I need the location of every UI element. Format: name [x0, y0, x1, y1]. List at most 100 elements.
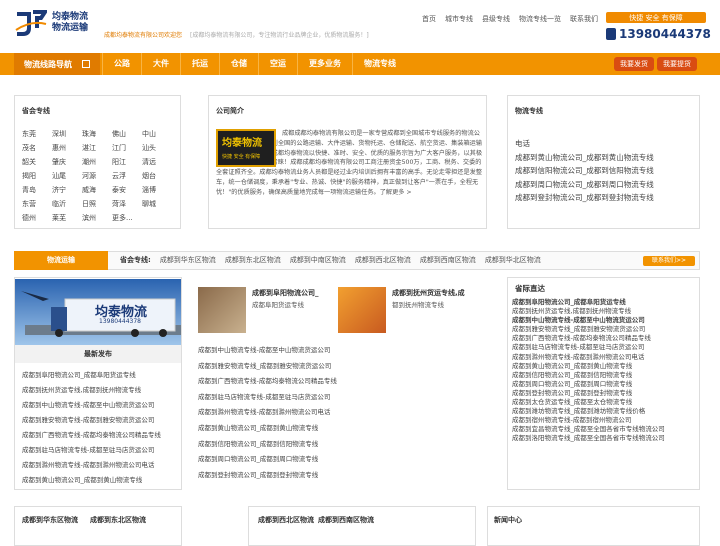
- city-link[interactable]: 淄博: [142, 185, 172, 195]
- city-link[interactable]: 湛江: [82, 143, 112, 153]
- city-link[interactable]: 佛山: [112, 129, 142, 139]
- list-item[interactable]: 成都到雅安物流专线_成都到雅安物流货运公司: [198, 359, 498, 375]
- city-link[interactable]: 深圳: [52, 129, 82, 139]
- list-item[interactable]: 成都到广西物流专线-成都均泰物流公司精品专线: [198, 374, 498, 390]
- city-link[interactable]: 滨州: [82, 213, 112, 223]
- city-link[interactable]: 烟台: [142, 171, 172, 181]
- topnav-city-lines[interactable]: 城市专线: [445, 14, 473, 24]
- list-item[interactable]: 成都到信阳物流公司_成都到信阳物流专线: [198, 437, 498, 453]
- company-logo-mark[interactable]: [15, 10, 49, 36]
- city-link[interactable]: 济宁: [52, 185, 82, 195]
- list-item[interactable]: 成都到潍坊物流专线_成都到潍坊物流专线价格: [512, 407, 702, 416]
- region-link-northeast[interactable]: 成都到东北区物流: [225, 251, 281, 270]
- list-item[interactable]: 成都到中山物流专线-成都至中山物流货运公司: [198, 343, 498, 359]
- region-link-east[interactable]: 成都到华东区物流: [160, 251, 216, 270]
- list-item[interactable]: 成都到登封物流公司_成都到登封物流专线: [198, 468, 498, 484]
- city-link[interactable]: 汕头: [142, 143, 172, 153]
- list-item[interactable]: 成都到信阳物流公司_成都到信阳物流专线: [515, 164, 700, 178]
- city-link[interactable]: 东营: [22, 199, 52, 209]
- list-item[interactable]: 成都到驻马店物流专线-成都至驻马店货运公司: [198, 390, 498, 406]
- list-item[interactable]: 成都到登封物流公司_成都到登封物流专线: [512, 389, 702, 398]
- list-item[interactable]: 成都到黄山物流公司_成都到黄山物流专线: [198, 421, 498, 437]
- nav-item-storage[interactable]: 仓储: [219, 53, 258, 75]
- card-1-title[interactable]: 成都到阜阳物流公司_: [252, 288, 319, 298]
- list-item[interactable]: 成都到阜阳物流公司_成都阜阳货运专线: [22, 368, 182, 383]
- city-link[interactable]: 更多...: [112, 213, 142, 223]
- ship-button[interactable]: 我要发货: [614, 57, 654, 71]
- topnav-contact[interactable]: 联系我们: [570, 14, 598, 24]
- list-item[interactable]: 成都到太仓货运专线_成都至太仓物流专线: [512, 398, 702, 407]
- city-link[interactable]: 威海: [82, 185, 112, 195]
- list-item[interactable]: 成都到黄山物流公司_成都到黄山物流专线: [22, 473, 182, 488]
- list-item[interactable]: 成都到滁州物流专线-成都到滁州物流公司电话: [512, 353, 702, 362]
- list-item[interactable]: 成都到中山物流专线-成都至中山物流货运公司: [22, 398, 182, 413]
- company-logo-text[interactable]: 均泰物流 物流运输: [52, 12, 88, 34]
- topnav-home[interactable]: 首页: [422, 14, 436, 24]
- list-item[interactable]: 成都到宿州物流专线-成都到宿州物流公司: [512, 416, 702, 425]
- city-link[interactable]: 揭阳: [22, 171, 52, 181]
- footer-tab-southwest[interactable]: 成都到西南区物流: [318, 515, 374, 525]
- list-item[interactable]: 成都到滁州物流专线-成都到滁州物流公司电话: [198, 405, 498, 421]
- truck-banner[interactable]: 均泰物流 13980444378: [15, 279, 181, 345]
- topnav-all-lines[interactable]: 物流专线一览: [519, 14, 561, 24]
- city-link[interactable]: 河源: [82, 171, 112, 181]
- city-link[interactable]: 聊城: [142, 199, 172, 209]
- list-item[interactable]: 成都到雅安物流专线_成都到雅安物流货运公司: [512, 325, 702, 334]
- region-link-northwest[interactable]: 成都到西北区物流: [355, 251, 411, 270]
- city-link[interactable]: 东莞: [22, 129, 52, 139]
- city-link[interactable]: 潮州: [82, 157, 112, 167]
- footer-tab-news[interactable]: 新闻中心: [494, 515, 522, 525]
- city-link[interactable]: 茂名: [22, 143, 52, 153]
- list-item[interactable]: 成都到滁州物流专线-成都到滁州物流公司电话: [22, 458, 182, 473]
- list-item[interactable]: 成都到雅安物流专线-成都到雅安物流货运公司: [22, 413, 182, 428]
- city-link[interactable]: 汕尾: [52, 171, 82, 181]
- list-item[interactable]: 成都到驻马店物流专线-成都至驻马店货运公司: [22, 443, 182, 458]
- city-link[interactable]: 莱芜: [52, 213, 82, 223]
- nav-item-road[interactable]: 公路: [102, 53, 141, 75]
- city-link[interactable]: 泰安: [112, 185, 142, 195]
- list-item[interactable]: 成都到信阳物流公司_成都到信阳物流专线: [512, 371, 702, 380]
- list-item[interactable]: 成都到登封物流公司_成都到登封物流专线: [515, 191, 700, 205]
- card-2-image[interactable]: [338, 287, 386, 333]
- list-item[interactable]: 成都到周口物流公司_成都到周口物流专线: [515, 178, 700, 192]
- card-1-image[interactable]: [198, 287, 246, 333]
- city-link[interactable]: 江门: [112, 143, 142, 153]
- city-link[interactable]: 中山: [142, 129, 172, 139]
- city-link[interactable]: 清远: [142, 157, 172, 167]
- list-item[interactable]: 成都到中山物流专线-成都至中山物流货运公司: [512, 316, 702, 325]
- footer-tab-northwest[interactable]: 成都到西北区物流: [258, 515, 314, 525]
- nav-item-air[interactable]: 空运: [258, 53, 297, 75]
- city-link[interactable]: 惠州: [52, 143, 82, 153]
- nav-item-heavy[interactable]: 大件: [141, 53, 180, 75]
- pickup-button[interactable]: 我要提货: [657, 57, 697, 71]
- city-link[interactable]: 临沂: [52, 199, 82, 209]
- topnav-county-lines[interactable]: 县级专线: [482, 14, 510, 24]
- list-item[interactable]: 成都到周口物流公司_成都到周口物流专线: [512, 380, 702, 389]
- list-item[interactable]: 成都到抚州货运专线,成都到抚州物流专线: [22, 383, 182, 398]
- city-link[interactable]: 云浮: [112, 171, 142, 181]
- list-item[interactable]: 成都到周口物流公司_成都到周口物流专线: [198, 452, 498, 468]
- nav-item-lines[interactable]: 物流专线: [352, 53, 407, 75]
- region-link-southwest[interactable]: 成都到西南区物流: [420, 251, 476, 270]
- nav-item-more[interactable]: 更多业务: [297, 53, 352, 75]
- contact-more-button[interactable]: 联系我们>>: [643, 256, 695, 266]
- city-link[interactable]: 青岛: [22, 185, 52, 195]
- city-link[interactable]: 肇庆: [52, 157, 82, 167]
- list-item[interactable]: 成都到洛阳物流专线_成都至全国各省市专线物流公司: [512, 434, 702, 443]
- list-item[interactable]: 成都到黄山物流公司_成都到黄山物流专线: [515, 151, 700, 165]
- region-link-north[interactable]: 成都到华北区物流: [485, 251, 541, 270]
- city-link[interactable]: 日照: [82, 199, 112, 209]
- city-link[interactable]: 菏泽: [112, 199, 142, 209]
- list-item[interactable]: 成都到阜阳物流公司_成都阜阳货运专线: [512, 298, 702, 307]
- nav-item-consign[interactable]: 托运: [180, 53, 219, 75]
- list-item[interactable]: 成都到抚州货运专线,成都到抚州物流专线: [512, 307, 702, 316]
- list-item[interactable]: 成都到驻马店物流专线-成都至驻马店货运公司: [512, 343, 702, 352]
- card-2-title[interactable]: 成都到抚州货运专线,成: [392, 288, 465, 298]
- city-link[interactable]: 德州: [22, 213, 52, 223]
- footer-tab-northeast[interactable]: 成都到东北区物流: [90, 515, 146, 525]
- route-navigation-menu[interactable]: 物流线路导航: [14, 53, 100, 75]
- list-item[interactable]: 成都到黄山物流公司_成都到黄山物流专线: [512, 362, 702, 371]
- footer-tab-east[interactable]: 成都到华东区物流: [22, 515, 78, 525]
- city-link[interactable]: 韶关: [22, 157, 52, 167]
- city-link[interactable]: 阳江: [112, 157, 142, 167]
